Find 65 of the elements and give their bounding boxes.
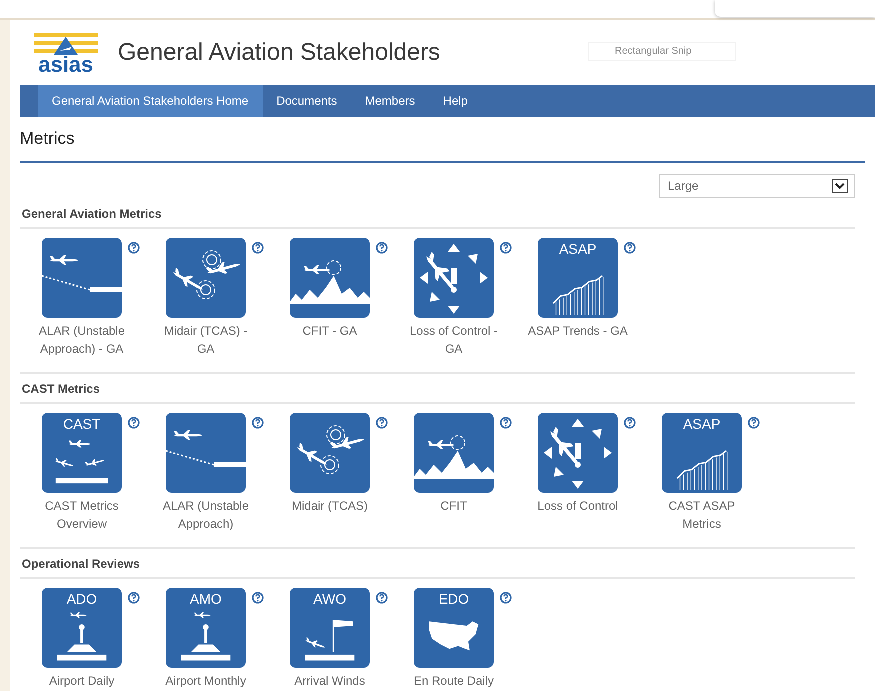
metric-tile[interactable]: AMO	[166, 588, 246, 668]
tile-label[interactable]: Arrival Winds	[280, 672, 380, 690]
metric-tile[interactable]	[414, 413, 494, 493]
nav-item[interactable]: Documents	[262, 85, 352, 117]
tile-label[interactable]: Airport Monthly	[156, 672, 256, 690]
metric-tile[interactable]: CAST	[42, 413, 122, 493]
caret-icon	[832, 179, 848, 193]
tile-label[interactable]: CAST Metrics Overview	[32, 497, 132, 533]
help-icon[interactable]	[624, 417, 636, 429]
tile-label[interactable]: ASAP Trends - GA	[528, 322, 628, 340]
metric-tile[interactable]	[290, 413, 370, 493]
metric-tile[interactable]	[166, 413, 246, 493]
tile-code: EDO	[438, 590, 470, 609]
help-icon[interactable]	[748, 417, 760, 429]
help-icon[interactable]	[376, 417, 388, 429]
help-icon[interactable]	[128, 242, 140, 254]
tile-code: CAST	[63, 415, 101, 434]
nav-item[interactable]: Help	[429, 85, 482, 117]
section-heading: CAST Metrics	[20, 382, 855, 404]
metric-tile[interactable]: AWO	[290, 588, 370, 668]
snip-label: Rectangular Snip	[588, 42, 736, 61]
tile-label[interactable]: Loss of Control - GA	[404, 322, 504, 358]
help-icon[interactable]	[376, 592, 388, 604]
tile-label[interactable]: Midair (TCAS) - GA	[156, 322, 256, 358]
help-icon[interactable]	[252, 417, 264, 429]
logo-text: asias	[38, 54, 94, 74]
help-icon[interactable]	[252, 242, 264, 254]
tile-code: AWO	[314, 590, 346, 609]
tile-label[interactable]: ALAR (Unstable Approach) - GA	[32, 322, 132, 358]
metric-tile[interactable]: ADO	[42, 588, 122, 668]
tile-label[interactable]: CAST ASAP Metrics	[652, 497, 752, 533]
size-dropdown[interactable]: Large	[659, 174, 855, 198]
help-icon[interactable]	[500, 592, 512, 604]
metric-tile[interactable]	[290, 238, 370, 318]
tile-label[interactable]: CFIT - GA	[280, 322, 380, 340]
tile-code: AMO	[190, 590, 222, 609]
metric-tile[interactable]: EDO	[414, 588, 494, 668]
tile-label[interactable]: Loss of Control	[528, 497, 628, 515]
help-icon[interactable]	[128, 417, 140, 429]
tile-label[interactable]: Airport Daily	[32, 672, 132, 690]
tile-label[interactable]: Midair (TCAS)	[280, 497, 380, 515]
tile-label[interactable]: ALAR (Unstable Approach)	[156, 497, 256, 533]
nav-item[interactable]: Members	[351, 85, 430, 117]
tile-code: ASAP	[559, 240, 597, 259]
section-heading: Operational Reviews	[20, 557, 855, 579]
tile-label[interactable]: En Route Daily	[404, 672, 504, 690]
section-heading: General Aviation Metrics	[20, 207, 855, 229]
metric-tile[interactable]	[414, 238, 494, 318]
help-icon[interactable]	[500, 242, 512, 254]
page-title: Metrics	[20, 129, 75, 149]
tile-label[interactable]: CFIT	[404, 497, 504, 515]
help-icon[interactable]	[252, 592, 264, 604]
help-icon[interactable]	[500, 417, 512, 429]
help-icon[interactable]	[128, 592, 140, 604]
tile-code: ASAP	[683, 415, 721, 434]
help-icon[interactable]	[624, 242, 636, 254]
metric-tile[interactable]	[166, 238, 246, 318]
nav-item[interactable]: General Aviation Stakeholders Home	[38, 85, 263, 117]
tile-code: ADO	[66, 590, 98, 609]
metric-tile[interactable]	[42, 238, 122, 318]
metric-tile[interactable]	[538, 413, 618, 493]
help-icon[interactable]	[376, 242, 388, 254]
metric-tile[interactable]: ASAP	[662, 413, 742, 493]
site-title: General Aviation Stakeholders	[118, 38, 440, 66]
metric-tile[interactable]: ASAP	[538, 238, 618, 318]
